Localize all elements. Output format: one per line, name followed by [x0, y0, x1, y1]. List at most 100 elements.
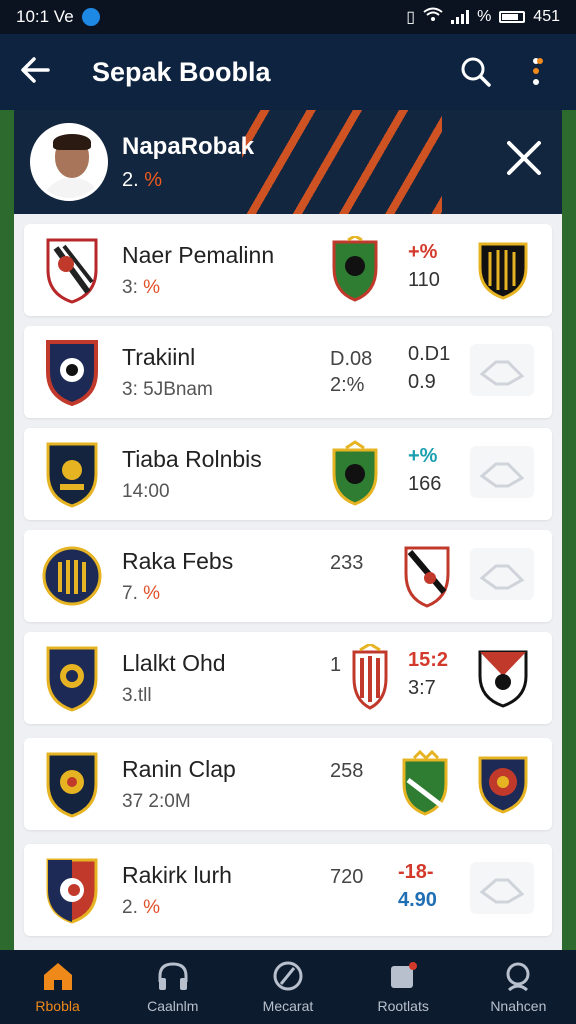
team-sub-text: 3: [122, 276, 138, 298]
share-icon [479, 878, 525, 904]
team-sub: 2. % [122, 897, 322, 919]
app-bar: Sepak Boobla [0, 34, 576, 110]
teams-sheet: NapaRobak 2. % Naer Pemalinn 3: % +% 110 [14, 110, 562, 950]
share-icon [479, 360, 525, 386]
nav-label: Nnahcen [490, 998, 547, 1014]
search-icon[interactable] [456, 52, 496, 92]
share-icon [479, 564, 525, 590]
more-options-icon[interactable] [516, 52, 556, 92]
score-bottom: 4.90 [398, 889, 437, 911]
team-sub: 3: % [122, 277, 322, 299]
avatar[interactable] [30, 123, 108, 201]
match-odds: D.08 2:% [330, 346, 372, 398]
share-button[interactable] [470, 548, 534, 600]
match-score: 15:2 3:7 [408, 646, 448, 702]
team-list: Naer Pemalinn 3: % +% 110 Trakiinl 3: 5J… [14, 214, 562, 936]
nav-label: Rbobla [35, 998, 80, 1014]
match-odds: 233 [330, 550, 363, 576]
team-crest-icon [46, 858, 98, 924]
match-score: -18- 4.90 [398, 858, 437, 914]
team-card[interactable]: Llalkt Ohd 3.tll 1 15:2 3:7 [24, 632, 552, 724]
team-card[interactable]: Trakiinl 3: 5JBnam D.08 2:% 0.D1 0.9 [24, 326, 552, 418]
nav-item-notifications[interactable]: Rootlats [348, 960, 458, 1014]
team-sub: 7. % [122, 583, 322, 605]
team-crest-icon [46, 238, 98, 304]
score-top: -18- [398, 861, 434, 883]
team-name: Trakiinl [122, 343, 196, 370]
share-button[interactable] [470, 446, 534, 498]
team-crest-icon [46, 646, 98, 712]
nav-item-profile[interactable]: Nnahcen [463, 960, 573, 1014]
score-top: +% [408, 445, 438, 467]
match-odds: 1 [330, 652, 341, 678]
opponent-crest-icon [402, 750, 448, 816]
team-card[interactable]: Raka Febs 7. % 233 [24, 530, 552, 622]
share-button[interactable] [470, 344, 534, 396]
decorative-stripes [242, 110, 442, 214]
wifi-icon [423, 7, 443, 28]
odds-top: 1 [330, 654, 342, 676]
opponent-crest-icon [332, 440, 378, 506]
team-sub-text: 14:00 [122, 480, 170, 502]
match-odds: 720 [330, 864, 363, 890]
nav-label: Caalnlm [147, 998, 199, 1014]
team-sub-text: 3: 5JBnam [122, 378, 213, 400]
team-sub: 37 2:0M [122, 791, 322, 813]
home-icon [43, 963, 72, 990]
back-arrow-icon[interactable] [20, 54, 64, 91]
close-icon[interactable] [506, 140, 542, 184]
team-sub-text: 3.tll [122, 684, 152, 706]
odds-bottom: 2:% [330, 374, 365, 396]
team-sub-accent: % [143, 896, 161, 918]
profile-name: NapaRobak [122, 132, 255, 160]
score-bottom: 3:7 [408, 677, 436, 699]
team-card[interactable]: Ranin Clap 37 2:0M 258 [24, 738, 552, 830]
team-sub-text: 2. [122, 896, 138, 918]
team-name: Ranin Clap [122, 755, 236, 782]
team-sub-text: 37 2:0M [122, 790, 191, 812]
match-score: +% 110 [408, 238, 440, 294]
share-button[interactable] [470, 862, 534, 914]
team-name: Raka Febs [122, 547, 234, 574]
status-bar: 10:1 Ve ▯ % 451 [0, 0, 576, 34]
profile-subtitle: 2. % [122, 169, 254, 192]
team-crest-icon [46, 340, 98, 406]
team-sub: 3: 5JBnam [122, 379, 322, 401]
profile-icon [506, 962, 530, 992]
page-title: Sepak Boobla [92, 56, 271, 87]
nav-label: Mecarat [262, 998, 314, 1014]
score-bottom: 0.9 [408, 371, 436, 393]
league-crest-icon [478, 756, 528, 814]
score-top: 15:2 [408, 649, 449, 671]
nav-item-audio[interactable]: Caalnlm [118, 960, 228, 1014]
profile-sub-accent: % [144, 168, 163, 191]
team-crest-icon [42, 546, 102, 606]
team-name: Naer Pemalinn [122, 241, 275, 268]
league-crest-icon [478, 242, 528, 300]
team-card[interactable]: Tiaba Rolnbis 14:00 +% 166 [24, 428, 552, 520]
team-sub-accent: % [143, 276, 161, 298]
nav-item-home[interactable]: Rbobla [3, 960, 113, 1014]
team-card[interactable]: Rakirk lurh 2. % 720 -18- 4.90 [24, 844, 552, 936]
team-sub: 3.tll [122, 685, 322, 707]
app-notification-icon [81, 8, 100, 26]
status-time: 10:1 Ve [16, 7, 74, 26]
team-name: Rakirk lurh [122, 861, 232, 888]
odds-top: 720 [330, 866, 364, 888]
team-card[interactable]: Naer Pemalinn 3: % +% 110 [24, 224, 552, 316]
team-sub-text: 7. [122, 582, 138, 604]
team-name: Llalkt Ohd [122, 649, 226, 676]
nav-item-explore[interactable]: Mecarat [233, 960, 343, 1014]
nav-label: Rootlats [377, 998, 429, 1014]
headphones-icon [158, 962, 188, 990]
battery-icon [499, 11, 526, 23]
signal-text: % [477, 8, 492, 25]
match-score: 0.D1 0.9 [408, 340, 450, 396]
team-name: Tiaba Rolnbis [122, 445, 262, 472]
team-crest-icon [46, 442, 98, 508]
league-crest-icon [478, 650, 528, 708]
compass-icon [273, 961, 303, 991]
team-sub: 14:00 [122, 481, 322, 503]
match-score: +% 166 [408, 442, 441, 498]
team-crest-icon [46, 752, 98, 818]
